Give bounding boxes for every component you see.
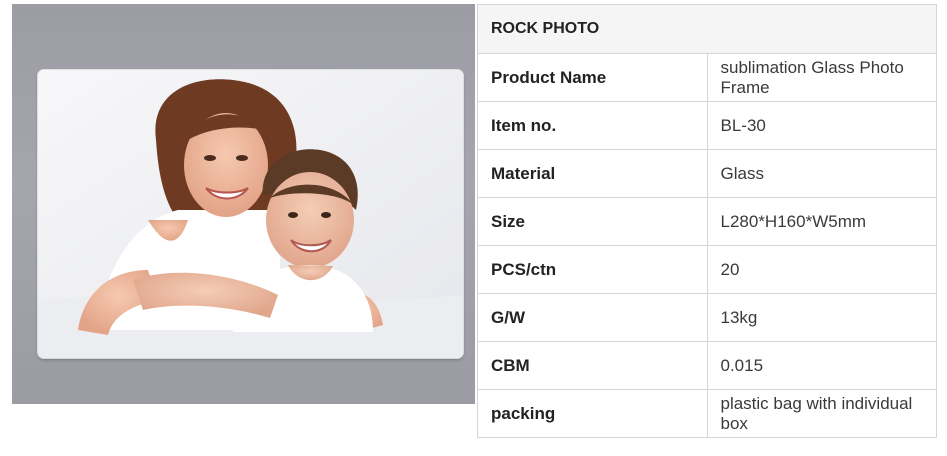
row-label-material: Material (477, 149, 708, 198)
row-value-pcs-ctn: 20 (706, 245, 937, 294)
product-photo (12, 4, 475, 404)
product-spec-table: ROCK PHOTO Product Name sublimation Glas… (477, 4, 937, 438)
table-title: ROCK PHOTO (477, 4, 937, 54)
table-row: packing plastic bag with individual box (477, 389, 937, 438)
row-value-cbm: 0.015 (706, 341, 937, 390)
row-label-size: Size (477, 197, 708, 246)
row-label-cbm: CBM (477, 341, 708, 390)
table-row: Item no. BL-30 (477, 101, 937, 150)
table-row: CBM 0.015 (477, 341, 937, 390)
table-header-row: ROCK PHOTO (477, 4, 937, 54)
row-label-product-name: Product Name (477, 53, 708, 102)
table-row: Material Glass (477, 149, 937, 198)
row-value-packing: plastic bag with individual box (706, 389, 937, 438)
glass-photo-frame (38, 70, 463, 358)
row-value-item-no: BL-30 (706, 101, 937, 150)
table-row: PCS/ctn 20 (477, 245, 937, 294)
photo-print-illustration (38, 70, 463, 358)
row-value-material: Glass (706, 149, 937, 198)
row-value-product-name: sublimation Glass Photo Frame (706, 53, 937, 102)
row-label-packing: packing (477, 389, 708, 438)
table-row: Product Name sublimation Glass Photo Fra… (477, 53, 937, 102)
table-row: Size L280*H160*W5mm (477, 197, 937, 246)
row-label-item-no: Item no. (477, 101, 708, 150)
row-label-gw: G/W (477, 293, 708, 342)
product-spec-page: ROCK PHOTO Product Name sublimation Glas… (0, 0, 947, 456)
row-label-pcs-ctn: PCS/ctn (477, 245, 708, 294)
row-value-size: L280*H160*W5mm (706, 197, 937, 246)
table-row: G/W 13kg (477, 293, 937, 342)
row-value-gw: 13kg (706, 293, 937, 342)
